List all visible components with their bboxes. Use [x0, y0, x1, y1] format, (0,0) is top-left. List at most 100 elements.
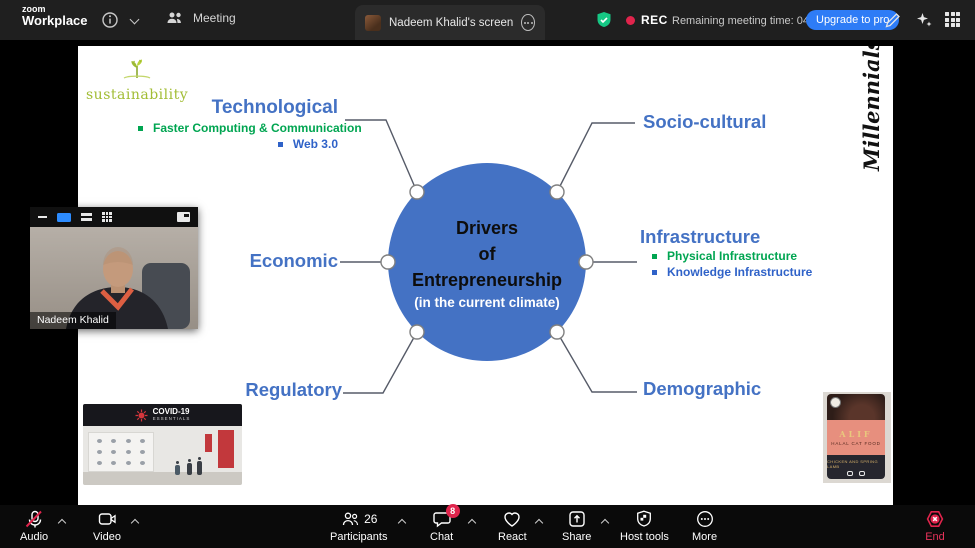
technological-bullets: Faster Computing & Communication Web 3.0	[138, 120, 338, 152]
security-shield-icon[interactable]	[594, 10, 614, 30]
share-label: Share	[562, 531, 591, 543]
participants-options-caret[interactable]	[398, 517, 407, 526]
info-icon[interactable]	[100, 10, 120, 30]
red-wall-panel	[218, 430, 234, 468]
cat-food-photo: ALIF HALAL CAT FOOD CHICKEN AND SPRING L…	[823, 392, 891, 483]
bullet-item: Knowledge Infrastructure	[652, 264, 812, 280]
zoom-workplace-logo: zoom Workplace	[22, 5, 88, 28]
share-button[interactable]: Share	[562, 509, 591, 543]
popout-layout-icon[interactable]	[177, 212, 190, 222]
recording-dot-icon	[626, 16, 635, 25]
branch-label-infrastructure: Infrastructure	[640, 226, 760, 248]
circle-line2: of	[479, 241, 496, 267]
cat-food-pouch: ALIF HALAL CAT FOOD CHICKEN AND SPRING L…	[827, 394, 885, 479]
webcam-titlebar	[30, 207, 198, 227]
chevron-down-icon[interactable]	[130, 16, 140, 26]
more-button[interactable]: More	[692, 509, 717, 543]
halal-badge-icon	[830, 397, 841, 408]
bullet-square-icon	[138, 126, 143, 131]
video-camera-icon	[97, 509, 117, 529]
end-meeting-icon	[925, 509, 945, 529]
branch-label-technological: Technological	[138, 97, 338, 119]
tab-options-icon[interactable]	[521, 14, 535, 31]
chicken-icon	[847, 471, 853, 476]
gallery-view-icon[interactable]	[102, 212, 112, 222]
presentation-slide: sustainability Millennials Technological…	[78, 46, 893, 505]
bullet-square-icon	[652, 270, 657, 275]
chat-label: Chat	[430, 531, 453, 543]
shopper-silhouette	[197, 461, 202, 475]
cat-food-brand: ALIF	[839, 429, 872, 439]
active-speaker-view-icon[interactable]	[57, 213, 71, 222]
meeting-tab-label: Meeting	[193, 11, 236, 25]
webcam-video-window[interactable]: Nadeem Khalid	[30, 207, 198, 329]
participant-name-tag: Nadeem Khalid	[30, 312, 116, 329]
covid-sign-subtitle: ESSENTIALS	[153, 416, 191, 422]
millennials-watermark: Millennials	[859, 51, 885, 171]
shopper-silhouette	[187, 463, 192, 475]
end-button[interactable]: End	[925, 509, 945, 543]
host-tools-label: Host tools	[620, 531, 669, 543]
branch-label-demographic: Demographic	[643, 378, 761, 400]
zoom-meeting-window: zoom Workplace Meeting Nadeem Khalid's s…	[0, 0, 975, 548]
bullet-square-icon	[278, 142, 283, 147]
tab-shared-screen[interactable]: Nadeem Khalid's screen	[355, 5, 545, 40]
bullet-item: Web 3.0	[138, 136, 338, 152]
avatar	[365, 15, 381, 31]
circle-subtitle: (in the current climate)	[414, 295, 560, 310]
more-ellipsis-icon	[695, 509, 715, 529]
meeting-toolbar: Audio Video 26 Participants	[0, 505, 975, 548]
audio-options-caret[interactable]	[58, 517, 67, 526]
share-screen-icon	[567, 509, 587, 529]
circle-line3: Entrepreneurship	[412, 267, 562, 293]
react-button[interactable]: React	[498, 509, 527, 543]
tab-meeting[interactable]: Meeting	[165, 8, 236, 28]
chat-unread-badge: 8	[446, 504, 460, 518]
video-options-caret[interactable]	[131, 517, 140, 526]
bullet-square-icon	[652, 254, 657, 259]
participants-icon	[340, 509, 360, 529]
end-label: End	[925, 531, 945, 543]
share-options-caret[interactable]	[601, 517, 610, 526]
bullet-item: Faster Computing & Communication	[138, 120, 338, 136]
react-options-caret[interactable]	[535, 517, 544, 526]
virus-icon	[135, 409, 148, 422]
apps-grid-icon[interactable]	[945, 12, 960, 27]
lamb-icon	[859, 471, 865, 476]
red-wall-panel	[205, 434, 212, 452]
ai-companion-sparkle-icon[interactable]	[914, 10, 934, 30]
infrastructure-bullets: Physical Infrastructure Knowledge Infras…	[652, 248, 812, 280]
covid-sign-title: COVID-19	[153, 408, 191, 416]
audio-button[interactable]: Audio	[20, 509, 48, 543]
list-view-icon[interactable]	[81, 213, 92, 221]
store-shelf	[88, 432, 154, 472]
cat-food-flavor: CHICKEN AND SPRING LAMB	[827, 459, 885, 469]
more-label: More	[692, 531, 717, 543]
logo-line2: Workplace	[22, 14, 88, 28]
center-circle-text: Drivers of Entrepreneurship (in the curr…	[387, 162, 587, 362]
video-label: Video	[93, 531, 121, 543]
audio-label: Audio	[20, 531, 48, 543]
chat-options-caret[interactable]	[468, 517, 477, 526]
branch-label-regulatory: Regulatory	[142, 379, 342, 401]
video-button[interactable]: Video	[93, 509, 121, 543]
sprout-icon	[120, 56, 154, 82]
annotate-pencil-icon[interactable]	[883, 10, 903, 30]
cat-food-line: HALAL CAT FOOD	[831, 441, 880, 446]
remaining-time-label: Remaining meeting time: 04:01	[672, 15, 824, 27]
chat-button[interactable]: 8 Chat	[430, 509, 453, 543]
covid-store-photo: COVID-19 ESSENTIALS	[83, 404, 242, 485]
top-bar: zoom Workplace Meeting Nadeem Khalid's s…	[0, 0, 975, 40]
covid-store-sign: COVID-19 ESSENTIALS	[83, 404, 242, 426]
shared-screen-tab-label: Nadeem Khalid's screen	[389, 17, 513, 29]
participants-button[interactable]: 26 Participants	[330, 509, 387, 543]
participants-label: Participants	[330, 531, 387, 543]
host-tools-button[interactable]: Host tools	[620, 509, 669, 543]
shopper-silhouette	[175, 465, 180, 475]
sustainability-logo: sustainability	[86, 56, 188, 103]
webcam-video-feed: Nadeem Khalid	[30, 227, 198, 329]
minimize-icon[interactable]	[38, 216, 47, 218]
microphone-muted-icon	[24, 509, 44, 529]
flavor-icons	[847, 471, 865, 476]
react-label: React	[498, 531, 527, 543]
